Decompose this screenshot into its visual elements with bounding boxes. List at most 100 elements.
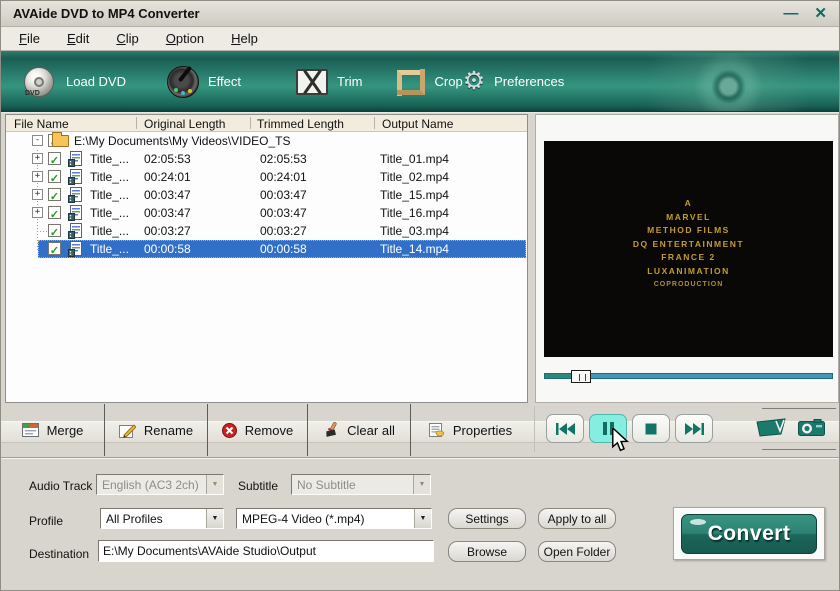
dvd-watermark-image — [609, 53, 839, 111]
next-button[interactable] — [675, 414, 713, 443]
subtitle-select: No Subtitle ▼ — [291, 474, 431, 495]
root-path: E:\My Documents\My Videos\VIDEO_TS — [74, 134, 291, 148]
remove-icon — [222, 423, 237, 438]
gear-icon: ⚙ — [463, 69, 485, 94]
window-title: AVAide DVD to MP4 Converter — [13, 6, 200, 21]
app-window: AVAide DVD to MP4 Converter — ✕ File Edi… — [0, 0, 840, 591]
menu-edit[interactable]: Edit — [67, 31, 89, 46]
file-list-header: File Name Original Length Trimmed Length… — [6, 115, 527, 132]
stop-icon — [645, 423, 657, 435]
checkbox[interactable]: ✓ — [48, 242, 61, 255]
profile-label: Profile — [29, 514, 63, 528]
mouse-cursor — [611, 428, 629, 454]
title-bar: AVAide DVD to MP4 Converter — ✕ — [1, 1, 839, 27]
audio-track-select: English (AC3 2ch) ▼ — [96, 474, 224, 495]
table-row[interactable]: + ✓ Title_... 00:03:47 00:03:47 Title_15… — [6, 186, 527, 204]
folder-icon — [52, 135, 69, 147]
video-file-icon — [68, 223, 82, 239]
file-list-panel: File Name Original Length Trimmed Length… — [5, 114, 528, 403]
previous-button[interactable] — [546, 414, 584, 443]
properties-button[interactable]: Properties — [410, 404, 529, 456]
clear-all-button[interactable]: Clear all — [307, 404, 410, 456]
previous-icon — [556, 423, 575, 435]
checkbox[interactable]: ✓ — [48, 224, 61, 237]
browse-button[interactable]: Browse — [448, 541, 526, 562]
column-output-name[interactable]: Output Name — [382, 117, 453, 131]
merge-button[interactable]: Merge — [1, 404, 104, 456]
column-trimmed-length[interactable]: Trimmed Length — [257, 117, 344, 131]
menu-help[interactable]: Help — [231, 31, 258, 46]
column-original-length[interactable]: Original Length — [144, 117, 225, 131]
video-file-icon — [68, 187, 82, 203]
next-icon — [685, 423, 704, 435]
video-credits-text: A MARVEL METHOD FILMS DQ ENTERTAINMENT F… — [544, 197, 833, 292]
expand-icon[interactable]: + — [32, 207, 43, 218]
divider — [534, 406, 535, 452]
rename-pencil-icon — [119, 423, 136, 438]
open-folder-button[interactable]: Open Folder — [538, 541, 616, 562]
menu-clip[interactable]: Clip — [116, 31, 138, 46]
crop-button[interactable]: Crop — [396, 68, 463, 96]
properties-icon — [428, 423, 445, 438]
destination-label: Destination — [29, 547, 89, 561]
apply-to-all-button[interactable]: Apply to all — [538, 508, 616, 529]
checkbox[interactable]: ✓ — [48, 170, 61, 183]
effect-button[interactable]: Effect — [167, 66, 241, 98]
crop-frame-icon — [396, 68, 426, 96]
expand-icon[interactable]: + — [32, 171, 43, 182]
profile-select[interactable]: All Profiles ▼ — [100, 508, 224, 529]
subtitle-label: Subtitle — [238, 479, 278, 493]
seek-slider-thumb[interactable] — [571, 370, 591, 383]
table-row[interactable]: + ✓ Title_... 00:24:01 00:24:01 Title_02… — [6, 168, 527, 186]
load-dvd-button[interactable]: DVD Load DVD — [23, 66, 126, 98]
preview-panel: A MARVEL METHOD FILMS DQ ENTERTAINMENT F… — [535, 114, 839, 403]
expand-icon[interactable]: + — [32, 189, 43, 200]
close-icon[interactable]: ✕ — [814, 6, 827, 21]
stop-button[interactable] — [632, 414, 670, 443]
merge-icon — [22, 423, 39, 437]
menu-option[interactable]: Option — [166, 31, 204, 46]
chevron-down-icon: ▼ — [206, 475, 223, 494]
preview-tools — [756, 408, 836, 450]
video-file-icon — [68, 205, 82, 221]
divider — [1, 457, 839, 459]
remove-button[interactable]: Remove — [207, 404, 307, 456]
minimize-icon[interactable]: — — [783, 6, 798, 21]
destination-input[interactable] — [98, 540, 434, 562]
settings-button[interactable]: Settings — [448, 508, 526, 529]
snapshot-camera-icon[interactable] — [798, 419, 826, 437]
preferences-button[interactable]: ⚙ Preferences — [463, 69, 565, 94]
expand-icon[interactable]: + — [32, 153, 43, 164]
playback-controls — [546, 414, 713, 443]
convert-button[interactable]: Convert — [681, 514, 817, 554]
video-file-icon — [68, 241, 82, 257]
video-file-icon — [68, 151, 82, 167]
checkbox[interactable]: ✓ — [48, 206, 61, 219]
table-row[interactable]: + ✓ Title_... 00:03:47 00:03:47 Title_16… — [6, 204, 527, 222]
format-select[interactable]: MPEG-4 Video (*.mp4) ▼ — [236, 508, 432, 529]
table-row[interactable]: + ✓ Title_... 02:05:53 02:05:53 Title_01… — [6, 150, 527, 168]
menu-file[interactable]: File — [19, 31, 40, 46]
column-file-name[interactable]: File Name — [14, 117, 69, 131]
audio-track-label: Audio Track — [29, 479, 92, 493]
trim-scissors-icon — [296, 69, 328, 95]
main-toolbar: DVD Load DVD Effect Trim Crop ⚙ Preferen… — [1, 51, 839, 113]
checkbox[interactable]: ✓ — [48, 188, 61, 201]
rename-button[interactable]: Rename — [104, 404, 207, 456]
tree-root-row[interactable]: - ✓ E:\My Documents\My Videos\VIDEO_TS — [6, 132, 527, 150]
chevron-down-icon: ▼ — [413, 475, 430, 494]
video-clip-icon[interactable] — [756, 417, 790, 439]
video-file-icon — [68, 169, 82, 185]
table-row-selected[interactable]: ✓ Title_... 00:00:58 00:00:58 Title_14.m… — [6, 240, 527, 258]
convert-panel: Convert — [673, 507, 825, 560]
menu-bar: File Edit Clip Option Help — [1, 27, 839, 51]
trim-button[interactable]: Trim — [296, 69, 363, 95]
checkbox[interactable]: ✓ — [48, 152, 61, 165]
video-display: A MARVEL METHOD FILMS DQ ENTERTAINMENT F… — [544, 141, 833, 357]
seek-slider[interactable] — [544, 373, 833, 379]
table-row[interactable]: ✓ Title_... 00:03:27 00:03:27 Title_03.m… — [6, 222, 527, 240]
chevron-down-icon: ▼ — [206, 509, 223, 528]
clear-all-brush-icon — [323, 422, 339, 438]
dvd-disc-icon: DVD — [23, 66, 57, 98]
collapse-icon[interactable]: - — [32, 135, 43, 146]
